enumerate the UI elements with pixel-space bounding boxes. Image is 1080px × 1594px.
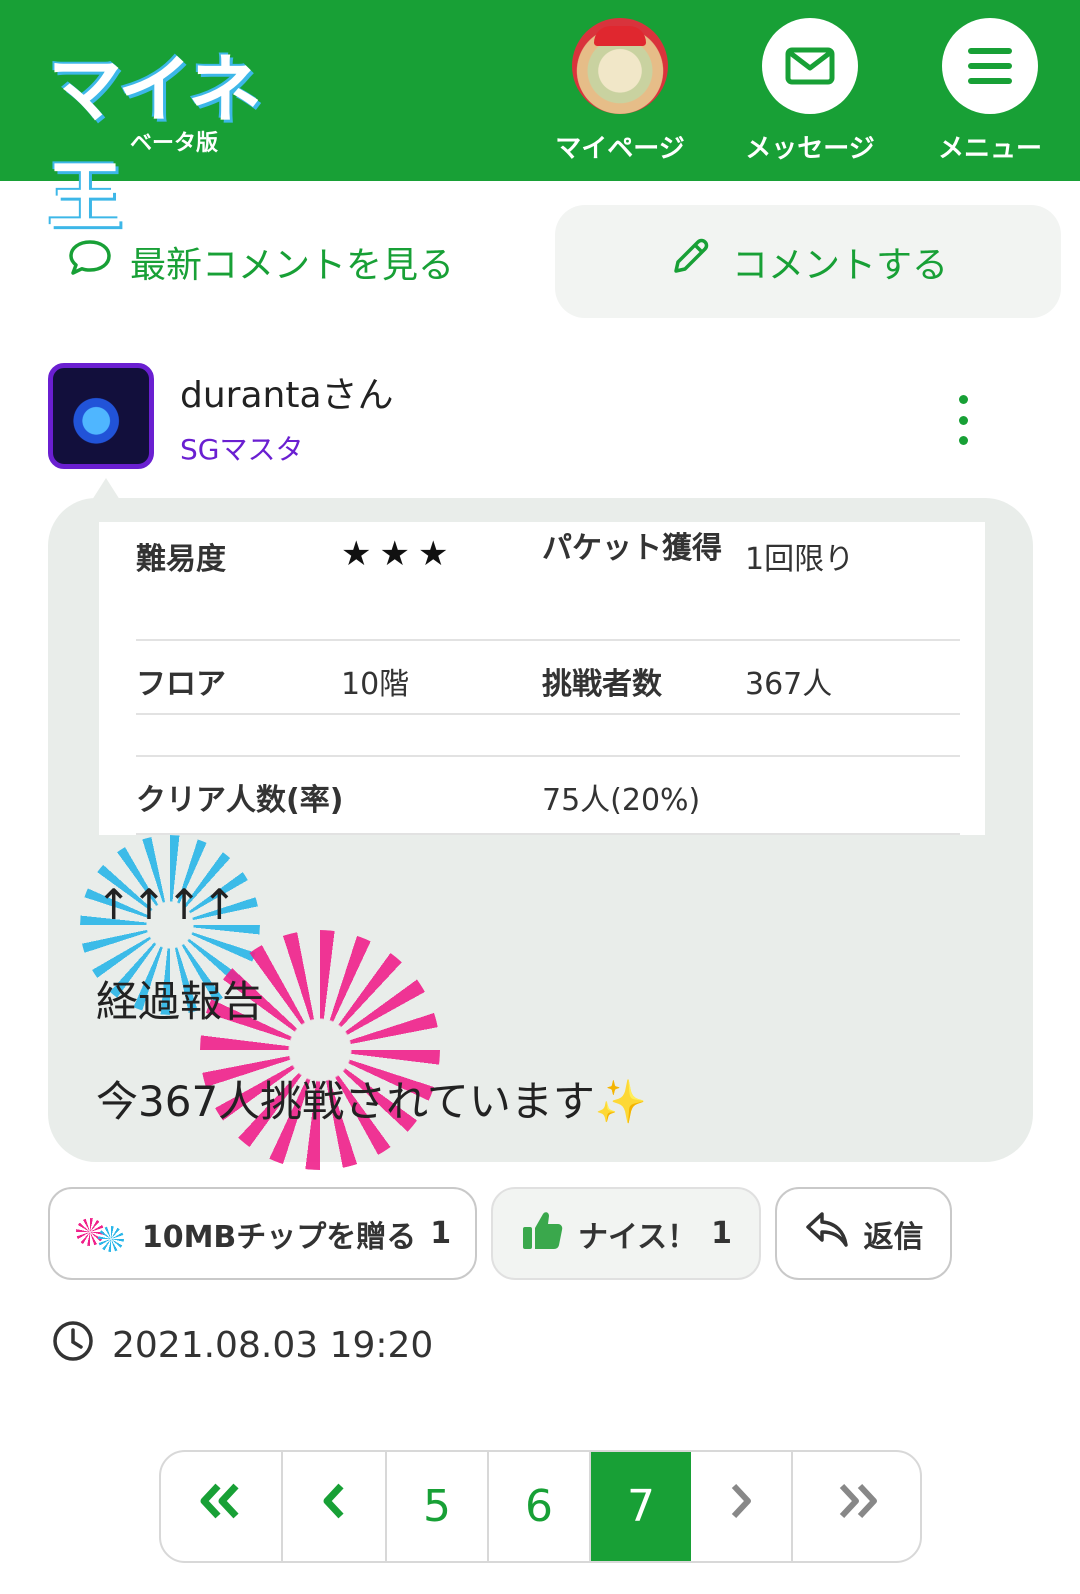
double-chevron-left-icon	[196, 1481, 246, 1532]
nice-label: ナイス！	[578, 1219, 698, 1255]
comment-line-status: 今367人挑戦されています✨	[96, 1068, 647, 1129]
comment-line-report: 経過報告	[96, 977, 265, 1026]
clock-icon	[52, 1320, 94, 1371]
firework-icon	[74, 1214, 128, 1254]
more-options-icon[interactable]	[948, 395, 978, 445]
post-timestamp: 2021.08.03 19:20	[52, 1320, 433, 1371]
hamburger-icon	[942, 18, 1038, 114]
page-5-button[interactable]: 5	[387, 1452, 489, 1561]
send-tip-label: 10MBチップを贈る	[141, 1219, 417, 1255]
packet-label: パケット獲得	[542, 522, 745, 641]
table-spacer-row	[136, 714, 960, 757]
nice-button[interactable]: ナイス！ 1	[491, 1187, 761, 1280]
speech-bubble-icon	[68, 238, 112, 287]
send-tip-count: 1	[430, 1216, 452, 1251]
write-comment-label: コメントする	[731, 244, 948, 286]
chevron-right-icon	[726, 1481, 756, 1532]
nav-mypage-label: マイページ	[555, 134, 685, 164]
latest-comments-label: 最新コメントを見る	[130, 245, 455, 286]
comment-line-arrows: ↑↑↑↑	[96, 880, 237, 929]
send-tip-button[interactable]: 10MBチップを贈る 1	[48, 1187, 477, 1280]
header-bar: マイネ王 ベータ版 マイページ メッセージ メニュー	[0, 0, 1080, 240]
clear-rate-label: クリア人数(率)	[136, 756, 542, 835]
next-page-button[interactable]	[691, 1452, 793, 1561]
pagination: 5 6 7	[159, 1450, 922, 1563]
nav-messages[interactable]: メッセージ	[735, 18, 885, 168]
comment-status-text: 今367人挑戦されています	[96, 1077, 595, 1126]
logo-beta-label: ベータ版	[130, 131, 219, 156]
nice-count: 1	[711, 1216, 732, 1251]
challenge-info-table: 難易度 ★★★ パケット獲得 1回限り フロア 10階 挑戦者数 367人 クリ…	[99, 522, 985, 835]
clear-rate-value: 75人(20%)	[542, 756, 960, 835]
user-avatar[interactable]	[48, 363, 154, 469]
user-rank-badge: SGマスタ	[180, 433, 304, 466]
thumbs-up-icon	[520, 1208, 564, 1260]
nav-menu[interactable]: メニュー	[915, 18, 1065, 168]
page-6-button[interactable]: 6	[489, 1452, 591, 1561]
timestamp-text: 2021.08.03 19:20	[112, 1325, 434, 1366]
write-comment-button[interactable]: コメントする	[555, 205, 1061, 318]
challengers-value: 367人	[745, 640, 960, 715]
reply-button[interactable]: 返信	[775, 1187, 952, 1280]
envelope-icon	[762, 18, 858, 114]
difficulty-stars: ★★★	[341, 522, 542, 641]
floor-label: フロア	[136, 640, 341, 715]
double-chevron-right-icon	[832, 1481, 882, 1532]
prev-page-button[interactable]	[283, 1452, 387, 1561]
latest-comments-link[interactable]: 最新コメントを見る	[68, 232, 454, 292]
bubble-tail	[92, 478, 120, 500]
user-name[interactable]: durantaさん	[180, 366, 394, 418]
reply-arrow-icon	[804, 1210, 850, 1258]
challengers-label: 挑戦者数	[542, 640, 745, 715]
sparkle-icon: ✨	[594, 1077, 648, 1126]
pencil-icon	[668, 235, 712, 288]
difficulty-label: 難易度	[136, 522, 341, 641]
nav-messages-label: メッセージ	[745, 134, 875, 164]
packet-value: 1回限り	[745, 522, 960, 641]
chevron-left-icon	[319, 1481, 349, 1532]
floor-value: 10階	[341, 640, 542, 715]
last-page-button[interactable]	[793, 1452, 920, 1561]
page-7-button-current[interactable]: 7	[591, 1452, 691, 1561]
nav-mypage[interactable]: マイページ	[545, 18, 695, 168]
site-logo[interactable]: マイネ王 ベータ版	[48, 30, 308, 240]
first-page-button[interactable]	[161, 1452, 283, 1561]
reply-label: 返信	[863, 1219, 924, 1255]
firework-stamp-pink	[200, 930, 440, 1170]
nav-menu-label: メニュー	[937, 134, 1042, 164]
mypage-avatar	[572, 18, 668, 114]
